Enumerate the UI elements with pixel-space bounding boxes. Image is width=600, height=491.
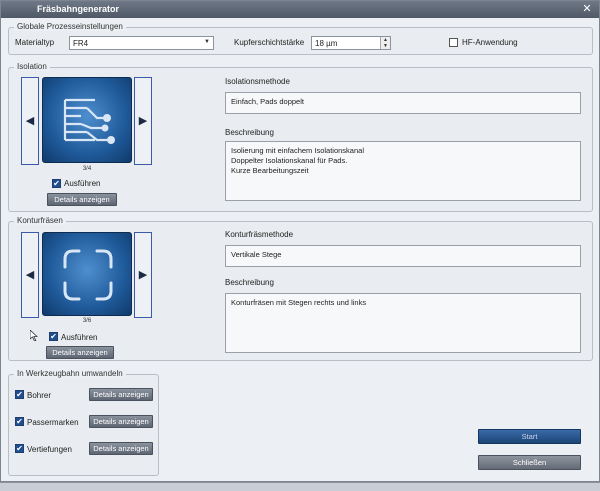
copper-thickness-value: 18 µm [315, 39, 338, 48]
chevron-down-icon: ▼ [204, 39, 210, 45]
contour-group: Konturfräsen ◀ ▶ 3/6 ✔ Ausführen Details… [8, 216, 593, 361]
description-line: Doppelter Isolationskanal für Pads. [231, 156, 348, 165]
contour-execute-label: Ausführen [61, 333, 98, 342]
contour-counter: 3/6 [82, 318, 92, 324]
isolation-description-field: Isolierung mit einfachem Isolationskanal… [225, 141, 581, 201]
toolpath-legend: In Werkzeugbahn umwandeln [14, 369, 126, 378]
contour-preview-image [42, 232, 132, 316]
isolation-execute-label: Ausführen [64, 179, 101, 188]
chevron-down-icon[interactable]: ▼ [381, 43, 390, 49]
drill-checkbox[interactable]: ✔ [15, 390, 24, 399]
drill-label: Bohrer [27, 391, 52, 400]
contour-method-field[interactable]: Vertikale Stege [225, 245, 581, 267]
hf-checkbox[interactable] [449, 38, 458, 47]
hf-label: HF-Anwendung [462, 38, 518, 47]
stepper-buttons[interactable]: ▲ ▼ [380, 37, 390, 49]
window-title: Fräsbahngenerator [37, 4, 120, 14]
close-button[interactable]: Schließen [478, 455, 581, 470]
isolation-method-field[interactable]: Einfach, Pads doppelt [225, 92, 581, 114]
status-bar [0, 482, 600, 491]
copper-thickness-stepper[interactable]: 18 µm ▲ ▼ [311, 36, 391, 50]
description-line: Isolierung mit einfachem Isolationskanal [231, 146, 364, 155]
material-value: FR4 [73, 39, 89, 48]
contour-legend: Konturfräsen [14, 216, 66, 225]
mouse-pointer-icon [30, 330, 38, 341]
contour-prev-button[interactable]: ◀ [21, 232, 39, 318]
chevron-left-icon: ◀ [25, 115, 35, 127]
isolation-details-button[interactable]: Details anzeigen [47, 193, 117, 206]
isolation-group: Isolation ◀ ▶ 3/4 ✔ Ausführen Details an… [8, 62, 593, 212]
contour-description-label: Beschreibung [225, 278, 274, 287]
isolation-counter: 3/4 [82, 166, 92, 172]
isolation-legend: Isolation [14, 62, 50, 71]
isolation-execute-checkbox[interactable]: ✔ [52, 179, 61, 188]
description-line: Konturfräsen mit Stegen rechts und links [231, 298, 367, 307]
chevron-right-icon: ▶ [138, 269, 148, 281]
material-label: Materialtyp [15, 38, 55, 47]
pocket-details-button[interactable]: Details anzeigen [89, 442, 153, 455]
fiducial-checkbox[interactable]: ✔ [15, 417, 24, 426]
chevron-right-icon: ▶ [138, 115, 148, 127]
contour-details-button[interactable]: Details anzeigen [46, 346, 114, 359]
isolation-preview-image [42, 77, 132, 163]
title-bar: Fräsbahngenerator ✕ [1, 1, 599, 18]
isolation-method-label: Isolationsmethode [225, 77, 290, 86]
pocket-label: Vertiefungen [27, 445, 72, 454]
fiducial-label: Passermarken [27, 418, 79, 427]
toolpath-group: In Werkzeugbahn umwandeln ✔ Bohrer Detai… [8, 369, 159, 476]
close-icon[interactable]: ✕ [581, 3, 593, 15]
drill-details-button[interactable]: Details anzeigen [89, 388, 153, 401]
isolation-prev-button[interactable]: ◀ [21, 77, 39, 165]
chevron-left-icon: ◀ [25, 269, 35, 281]
global-settings-legend: Globale Prozesseinstellungen [14, 22, 126, 31]
copper-thickness-label: Kupferschichtstärke [234, 38, 305, 47]
pocket-checkbox[interactable]: ✔ [15, 444, 24, 453]
material-select[interactable]: FR4 ▼ [69, 36, 214, 50]
isolation-next-button[interactable]: ▶ [134, 77, 152, 165]
contour-description-field: Konturfräsen mit Stegen rechts und links [225, 293, 581, 353]
fiducial-details-button[interactable]: Details anzeigen [89, 415, 153, 428]
contour-execute-checkbox[interactable]: ✔ [49, 332, 58, 341]
description-line: Kurze Bearbeitungszeit [231, 166, 309, 175]
contour-method-label: Konturfräsmethode [225, 230, 294, 239]
start-button[interactable]: Start [478, 429, 581, 444]
milling-generator-window: Fräsbahngenerator ✕ Globale Prozesseinst… [0, 0, 600, 482]
pcb-traces-icon [63, 98, 115, 144]
isolation-description-label: Beschreibung [225, 128, 274, 137]
contour-frame-icon [63, 249, 113, 301]
contour-next-button[interactable]: ▶ [134, 232, 152, 318]
global-settings-group: Globale Prozesseinstellungen Materialtyp… [8, 22, 593, 55]
